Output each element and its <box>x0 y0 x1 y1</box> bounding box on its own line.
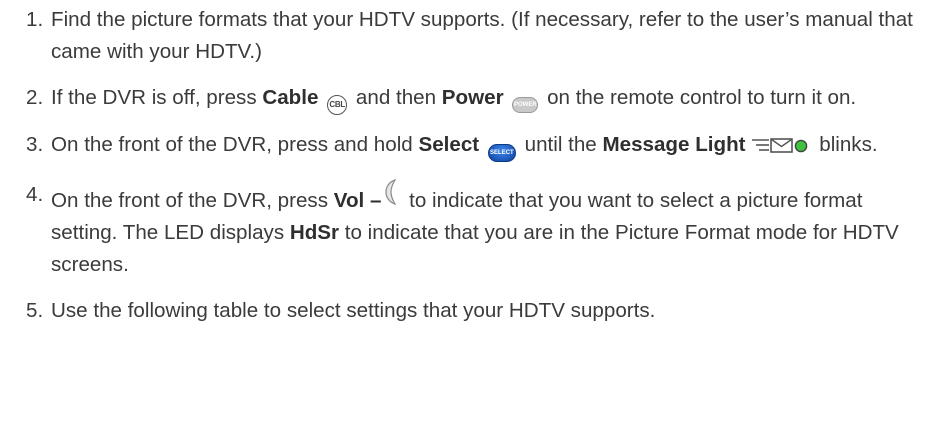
volume-down-button-icon <box>383 178 399 215</box>
power-button-icon: POWER <box>512 97 539 113</box>
document-page: 1. Find the picture formats that your HD… <box>0 0 942 448</box>
message-light-label: Message Light <box>602 133 746 156</box>
step-text: If the DVR is off, press Cable CBL and t… <box>51 86 856 115</box>
select-label: Select <box>418 133 480 156</box>
step-text: On the front of the DVR, press and hold … <box>51 133 878 162</box>
power-label: Power <box>441 86 504 109</box>
step-text: Find the picture formats that your HDTV … <box>51 8 913 63</box>
step-text: On the front of the DVR, press Vol – to … <box>51 178 899 276</box>
step-number: 4. <box>26 183 44 206</box>
select-button-icon: SELECT <box>487 144 516 162</box>
step-number: 5. <box>26 299 44 322</box>
step-2: 2. If the DVR is off, press Cable CBL an… <box>26 82 924 115</box>
vol-down-label: Vol – <box>333 189 382 212</box>
step-3: 3. On the front of the DVR, press and ho… <box>26 129 924 165</box>
step-5: 5. Use the following table to select set… <box>26 295 924 327</box>
step-text: Use the following table to select settin… <box>51 299 656 322</box>
instruction-steps: 1. Find the picture formats that your HD… <box>26 4 924 327</box>
step-number: 2. <box>26 86 44 109</box>
step-1: 1. Find the picture formats that your HD… <box>26 4 924 68</box>
cable-button-icon: CBL <box>327 95 348 115</box>
hdsr-label: HdSr <box>289 221 340 244</box>
cable-label: Cable <box>262 86 319 109</box>
step-number: 3. <box>26 133 44 156</box>
step-number: 1. <box>26 8 44 31</box>
message-light-icon <box>751 133 810 165</box>
step-4: 4. On the front of the DVR, press Vol – … <box>26 178 924 281</box>
